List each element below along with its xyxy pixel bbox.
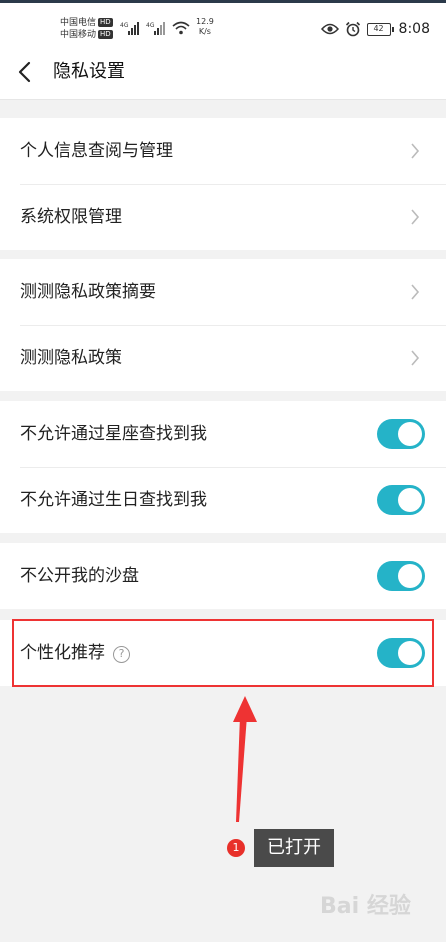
sandbox-toggle[interactable] — [377, 561, 425, 591]
chevron-right-icon — [411, 350, 420, 366]
row-privacy-policy[interactable]: 测测隐私政策 — [0, 325, 446, 391]
row-personal-info[interactable]: 个人信息查阅与管理 — [0, 118, 446, 184]
hd-badge-2: HD — [98, 30, 113, 39]
chevron-right-icon — [411, 143, 420, 159]
network-type-1: 4G — [120, 22, 129, 29]
birthday-toggle[interactable] — [377, 485, 425, 515]
settings-group-info: 个人信息查阅与管理 系统权限管理 — [0, 118, 446, 250]
toggle-knob — [398, 488, 422, 512]
toggle-knob — [398, 564, 422, 588]
carrier-2: 中国移动 — [60, 30, 97, 40]
carrier-1: 中国电信 — [60, 18, 97, 28]
row-label: 不允许通过星座查找到我 — [20, 424, 207, 444]
clock: 8:08 — [398, 21, 430, 37]
hd-badge-1: HD — [98, 18, 113, 27]
row-label: 测测隐私政策摘要 — [20, 282, 156, 302]
speed-unit: K/s — [198, 27, 211, 36]
network-speed: 12.9 K/s — [196, 17, 214, 37]
row-birthday-search: 不允许通过生日查找到我 — [0, 467, 446, 533]
constellation-toggle[interactable] — [377, 419, 425, 449]
row-label: 不允许通过生日查找到我 — [20, 490, 207, 510]
step-badge: 1 — [227, 839, 245, 857]
nav-bar: 隐私设置 — [0, 45, 446, 100]
annotation-label: 已打开 — [254, 829, 334, 867]
highlight-box — [12, 619, 434, 687]
row-label: 测测隐私政策 — [20, 348, 122, 368]
row-label: 系统权限管理 — [20, 207, 122, 227]
settings-group-sandbox: 不公开我的沙盘 — [0, 543, 446, 609]
speed-value: 12.9 — [196, 17, 214, 26]
signal-icon-2: 4G — [146, 22, 165, 35]
battery-icon: 42 — [366, 22, 394, 36]
chevron-right-icon — [411, 284, 420, 300]
row-label: 个人信息查阅与管理 — [20, 141, 173, 161]
toggle-knob — [398, 422, 422, 446]
row-sandbox: 不公开我的沙盘 — [0, 543, 446, 609]
settings-group-search: 不允许通过星座查找到我 不允许通过生日查找到我 — [0, 401, 446, 533]
row-policy-summary[interactable]: 测测隐私政策摘要 — [0, 259, 446, 325]
row-system-permissions[interactable]: 系统权限管理 — [0, 184, 446, 250]
status-right: 42 8:08 — [320, 21, 430, 37]
eye-icon — [320, 23, 339, 35]
settings-group-policy: 测测隐私政策摘要 测测隐私政策 — [0, 259, 446, 391]
row-constellation-search: 不允许通过星座查找到我 — [0, 401, 446, 467]
signal-icon-1: 4G — [120, 22, 139, 35]
alarm-icon — [345, 21, 360, 37]
carrier-info: 中国电信 HD 中国移动 HD — [60, 17, 113, 41]
row-label: 不公开我的沙盘 — [20, 566, 139, 586]
watermark-logo: Bai 经验 — [320, 894, 411, 919]
wifi-icon — [172, 21, 190, 35]
network-type-2: 4G — [146, 22, 155, 29]
page-title: 隐私设置 — [53, 61, 125, 82]
back-arrow-icon[interactable] — [14, 60, 36, 84]
chevron-right-icon — [411, 209, 420, 225]
status-bar: 中国电信 HD 中国移动 HD 4G 4G 12.9 K/s 42 8:08 — [0, 3, 446, 45]
